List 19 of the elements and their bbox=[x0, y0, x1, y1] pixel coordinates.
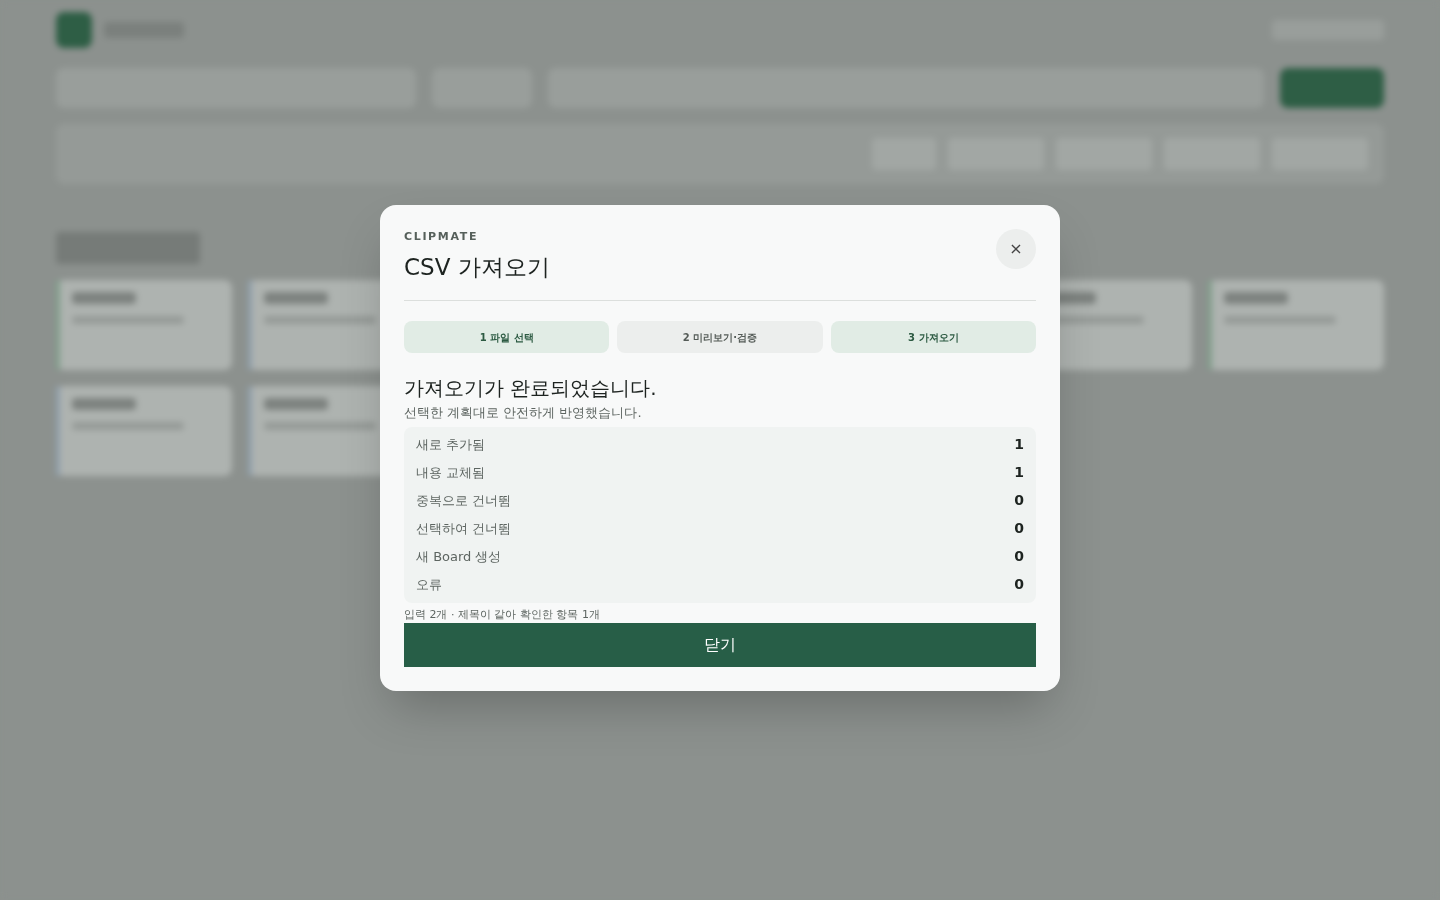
close-button[interactable]: × bbox=[996, 229, 1036, 269]
summary-label: 중복으로 건너뜀 bbox=[416, 491, 512, 510]
summary-label: 새로 추가됨 bbox=[416, 435, 486, 454]
result-heading: 가져오기가 완료되었습니다. bbox=[404, 375, 658, 402]
dialog-title: CSV 가져오기 bbox=[404, 252, 550, 282]
summary-label: 오류 bbox=[416, 575, 442, 594]
summary-label: 내용 교체됨 bbox=[416, 463, 486, 482]
summary-label: 선택하여 건너뜀 bbox=[416, 519, 512, 538]
summary-value: 0 bbox=[1014, 519, 1024, 538]
close-dialog-button[interactable]: 닫기 bbox=[404, 623, 1036, 667]
result-subtitle: 선택한 계획대로 안전하게 반영했습니다. bbox=[404, 404, 643, 422]
summary-value: 1 bbox=[1014, 435, 1024, 454]
summary-value: 0 bbox=[1014, 491, 1024, 510]
import-note: 입력 2개 · 제목이 같아 확인한 항목 1개 bbox=[404, 606, 601, 623]
summary-label: 새 Board 생성 bbox=[416, 547, 502, 566]
summary-value: 0 bbox=[1014, 575, 1024, 594]
summary-value: 0 bbox=[1014, 547, 1024, 566]
summary-value: 1 bbox=[1014, 463, 1024, 482]
dialog-eyebrow: CLIPMATE bbox=[404, 229, 480, 245]
